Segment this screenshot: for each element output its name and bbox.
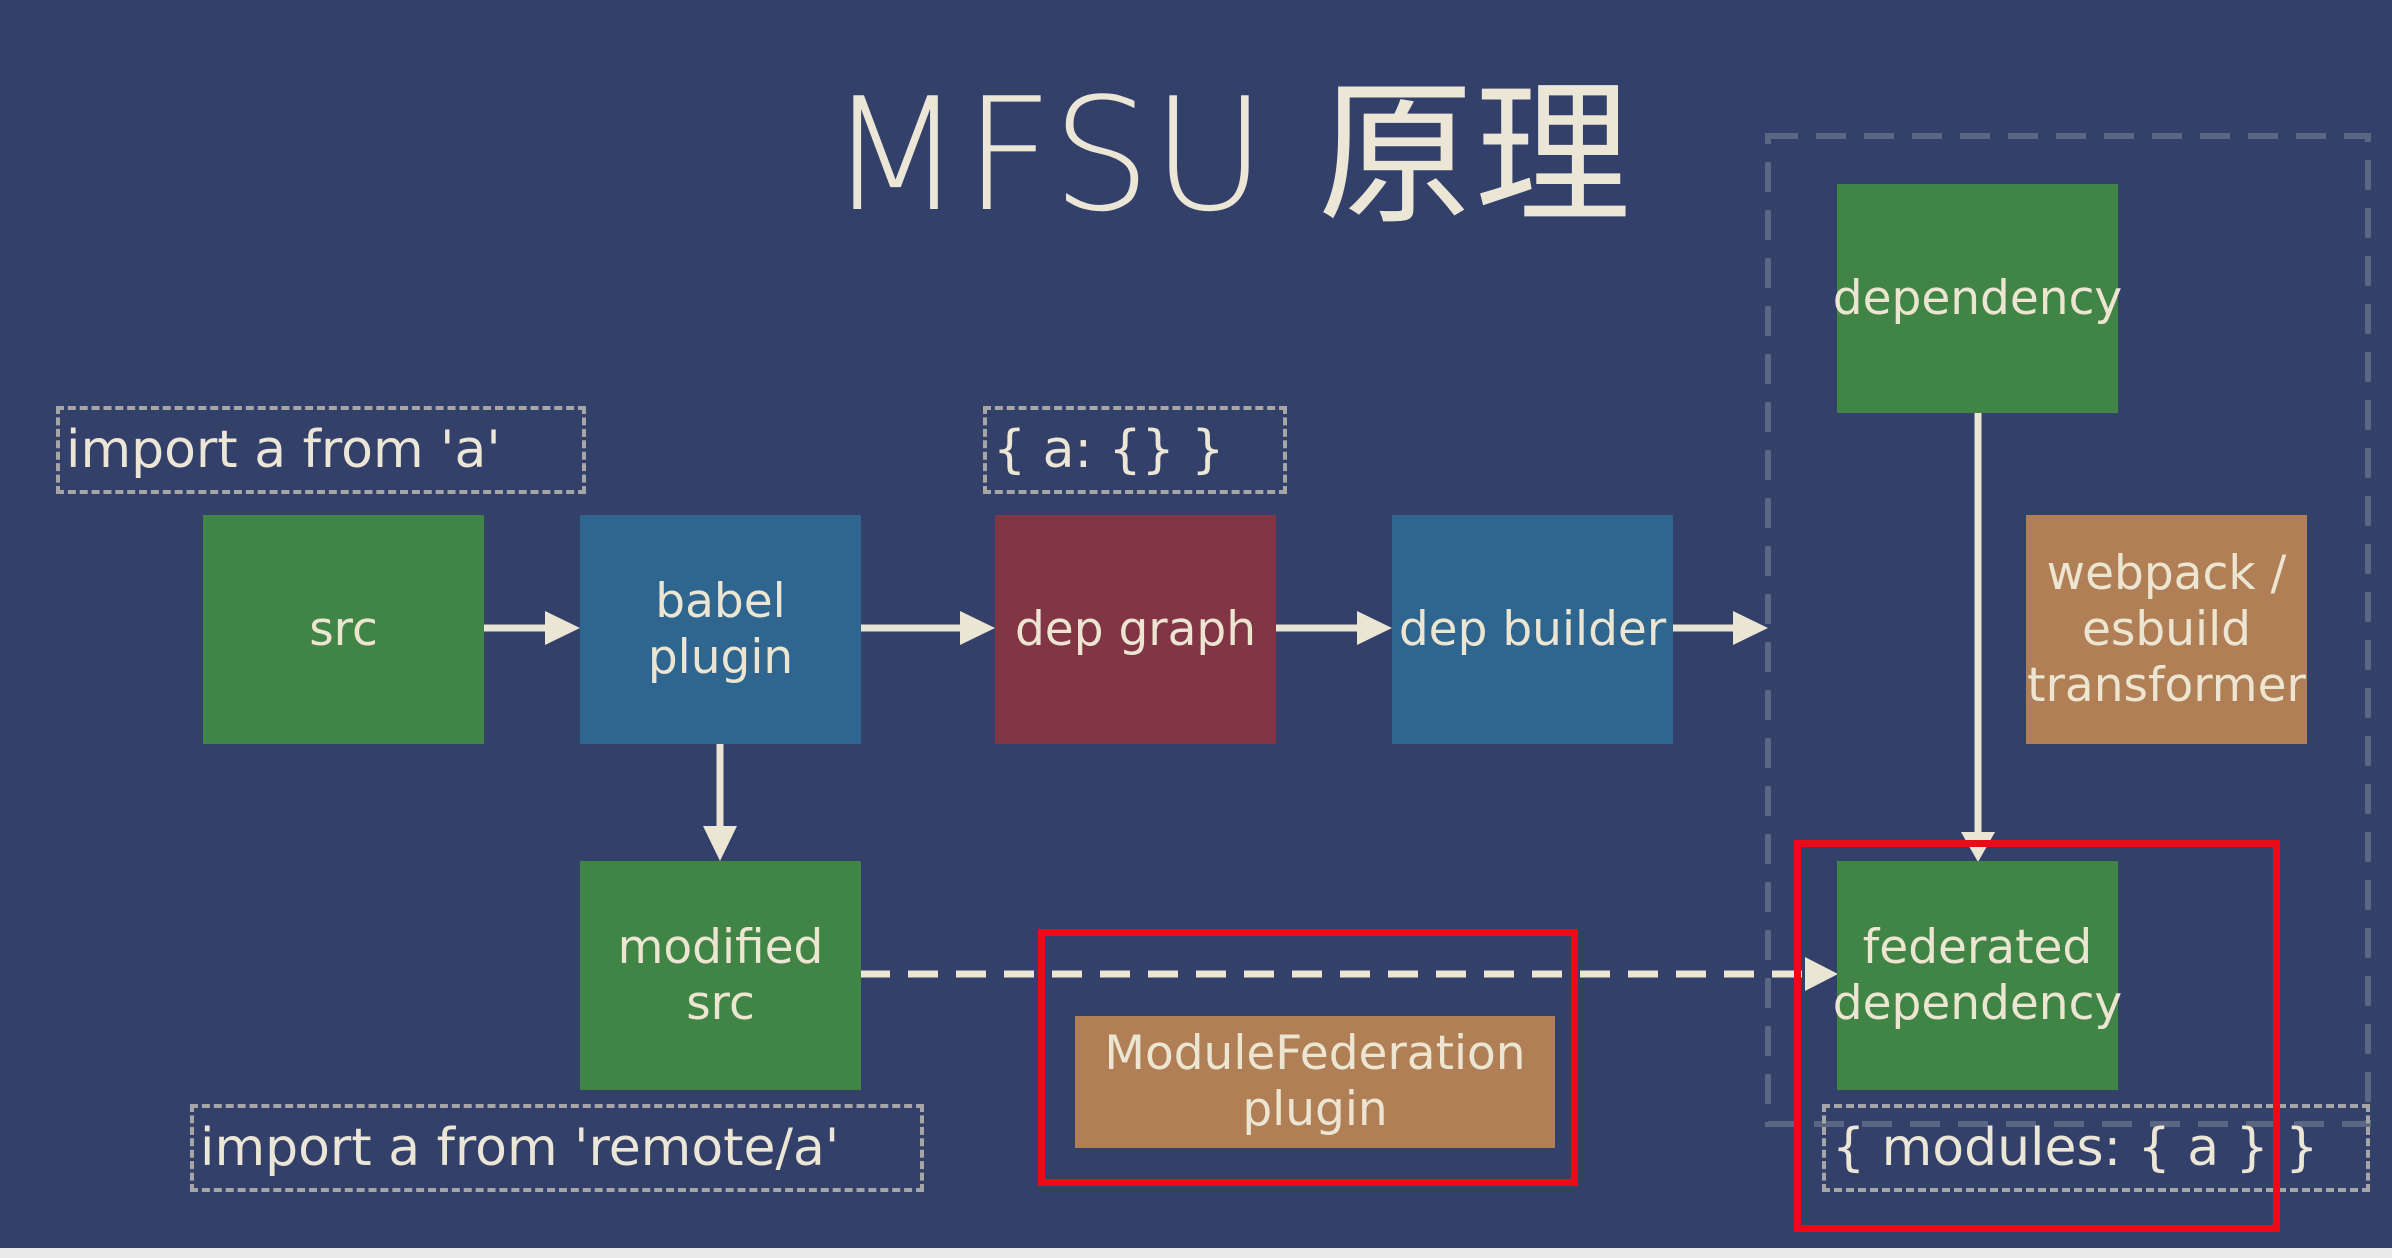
dependency-node: dependency: [1833, 184, 2122, 413]
dep-builder-node: dep builder: [1392, 515, 1673, 744]
module-federation-highlight: [1038, 929, 1578, 1186]
src-node: src: [203, 515, 484, 744]
transformer-node: webpack / esbuild transformer: [2026, 515, 2307, 744]
federated-dependency-highlight: [1794, 840, 2280, 1232]
arrowhead-builder-out: [1733, 611, 1768, 645]
arrowhead-babel-modified: [703, 826, 737, 861]
diagram-canvas: MFSU 原理 import a from 'a' {a: {}} impo…: [0, 0, 2392, 1258]
arrowhead-src-babel: [545, 611, 580, 645]
bottom-strip: [0, 1248, 2392, 1258]
dep-graph-node: dep graph: [995, 515, 1276, 744]
import-remote-annotation: import a from 'remote/a': [190, 1104, 924, 1192]
babel-plugin-node: babel plugin: [580, 515, 861, 744]
arrowhead-graph-builder: [1357, 611, 1392, 645]
import-a-annotation: import a from 'a': [56, 406, 586, 494]
dep-map-annotation: { a: {} }: [983, 406, 1287, 494]
modified-src-node: modified src: [580, 861, 861, 1090]
arrowhead-babel-graph: [960, 611, 995, 645]
